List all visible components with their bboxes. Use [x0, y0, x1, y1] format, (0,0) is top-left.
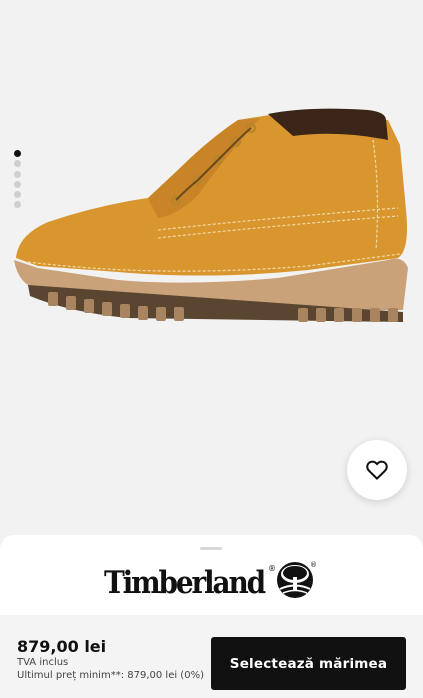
brand-logo[interactable]: Timberland ® ® — [104, 557, 320, 603]
product-image[interactable] — [8, 100, 413, 330]
wishlist-button[interactable] — [347, 440, 407, 500]
gallery-dot[interactable] — [14, 160, 21, 168]
gallery-dot[interactable] — [14, 191, 21, 199]
heart-icon — [366, 460, 388, 480]
gallery-dot[interactable] — [14, 180, 21, 188]
brand-name: Timberland — [104, 565, 266, 601]
gallery-dot[interactable] — [14, 201, 21, 209]
registered-mark: ® — [268, 564, 276, 573]
sheet-drag-handle[interactable] — [200, 547, 222, 550]
registered-mark-logo: ® — [310, 561, 317, 569]
product-price: 879,00 lei — [17, 637, 107, 656]
brand-sheet[interactable]: Timberland ® ® — [0, 535, 423, 615]
gallery-dot[interactable] — [14, 150, 21, 157]
purchase-bar: 879,00 lei TVA inclus Ultimul preț minim… — [0, 615, 423, 698]
gallery-dot[interactable] — [14, 170, 21, 178]
gallery-pagination[interactable] — [14, 150, 22, 212]
select-size-button[interactable]: Selectează mărimea — [211, 637, 406, 690]
min-price-label: Ultimul preț minim**: 879,00 lei (0%) — [17, 670, 204, 681]
vat-label: TVA inclus — [17, 657, 69, 668]
tree-logo-icon — [277, 562, 313, 598]
product-gallery[interactable] — [0, 0, 423, 540]
